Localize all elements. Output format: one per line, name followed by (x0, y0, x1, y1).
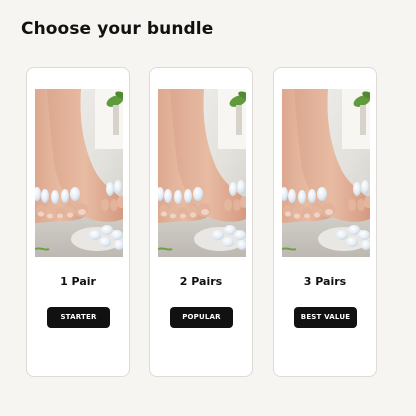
product-photo (282, 89, 370, 257)
popular-button[interactable]: POPULAR (170, 307, 233, 328)
product-photo (35, 89, 123, 257)
starter-button[interactable]: STARTER (47, 307, 110, 328)
feet-toe-separators-image (282, 89, 370, 257)
bundle-card-3-pairs[interactable]: 3 Pairs BEST VALUE (273, 67, 377, 377)
bundle-name: 2 Pairs (179, 275, 223, 288)
feet-toe-separators-image (35, 89, 123, 257)
bundle-cards: 1 Pair STARTER 2 Pairs POPULAR 3 Pairs B… (26, 67, 378, 377)
bundle-name: 3 Pairs (303, 275, 347, 288)
best-value-button[interactable]: BEST VALUE (294, 307, 357, 328)
bundle-name: 1 Pair (60, 275, 96, 288)
bundle-card-1-pair[interactable]: 1 Pair STARTER (26, 67, 130, 377)
bundle-card-2-pairs[interactable]: 2 Pairs POPULAR (149, 67, 253, 377)
feet-toe-separators-image (158, 89, 246, 257)
page-title: Choose your bundle (21, 19, 214, 39)
product-photo (158, 89, 246, 257)
